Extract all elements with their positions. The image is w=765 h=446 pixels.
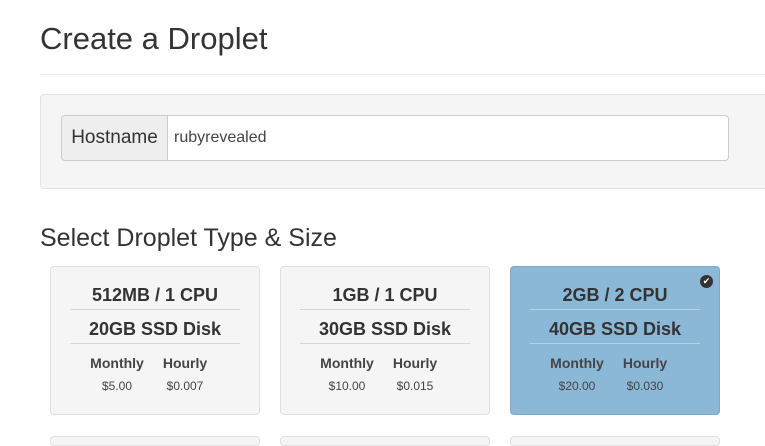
card-memory-cpu: 512MB / 1 CPU <box>91 285 219 305</box>
size-card-2gb[interactable]: ✔ 2GB / 2 CPU 40GB SSD Disk Monthly Hour… <box>510 266 720 415</box>
monthly-label: Monthly <box>550 355 604 371</box>
hourly-price: $0.015 <box>396 379 434 393</box>
hourly-label: Hourly <box>622 355 668 371</box>
hourly-label: Hourly <box>162 355 208 371</box>
hourly-price: $0.030 <box>626 379 664 393</box>
card-divider <box>70 309 240 310</box>
size-section-title: Select Droplet Type & Size <box>40 224 337 252</box>
card-divider <box>300 309 470 310</box>
monthly-label: Monthly <box>320 355 374 371</box>
hostname-label: Hostname <box>61 115 167 161</box>
title-divider <box>40 74 765 75</box>
card-divider <box>70 343 240 344</box>
monthly-price: $5.00 <box>101 379 133 393</box>
hostname-input[interactable] <box>167 115 729 161</box>
hourly-price: $0.007 <box>166 379 204 393</box>
card-divider <box>530 309 700 310</box>
hostname-input-group: Hostname <box>61 115 729 161</box>
page-title: Create a Droplet <box>40 21 268 56</box>
card-memory-cpu: 2GB / 2 CPU <box>562 285 668 305</box>
card-divider <box>300 343 470 344</box>
check-circle-icon: ✔ <box>700 275 713 288</box>
card-disk: 30GB SSD Disk <box>318 319 452 339</box>
size-card-1gb[interactable]: 1GB / 1 CPU 30GB SSD Disk Monthly Hourly… <box>280 266 490 415</box>
monthly-price: $20.00 <box>558 379 596 393</box>
monthly-label: Monthly <box>90 355 144 371</box>
card-disk: 40GB SSD Disk <box>548 319 682 339</box>
size-card-512mb[interactable]: 512MB / 1 CPU 20GB SSD Disk Monthly Hour… <box>50 266 260 415</box>
monthly-price: $10.00 <box>328 379 366 393</box>
card-divider <box>530 343 700 344</box>
card-memory-cpu: 1GB / 1 CPU <box>332 285 438 305</box>
hourly-label: Hourly <box>392 355 438 371</box>
card-disk: 20GB SSD Disk <box>88 319 222 339</box>
hostname-panel: Hostname <box>40 94 765 189</box>
